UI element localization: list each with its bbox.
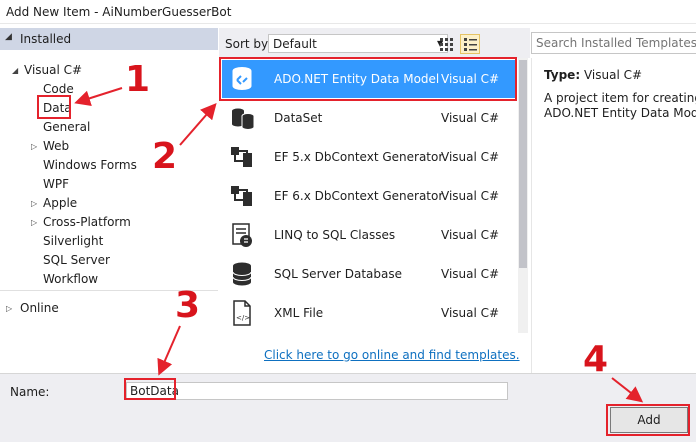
expanded-arrow-icon[interactable]: ◢	[12, 66, 18, 75]
callout-box-data	[37, 95, 71, 119]
collapsed-arrow-icon[interactable]: ▷	[6, 304, 12, 313]
tree-item-label: Web	[43, 139, 70, 153]
ef-generator-icon	[231, 147, 252, 167]
template-name: LINQ to SQL Classes	[274, 228, 396, 242]
template-name: SQL Server Database	[274, 267, 402, 281]
linq-icon	[232, 223, 252, 247]
template-row-linq[interactable]: LINQ to SQL Classes Visual C#	[222, 216, 516, 254]
type-line: Type: Visual C#	[544, 68, 642, 82]
template-row-xml[interactable]: </> XML File Visual C#	[222, 294, 516, 332]
window-title: Add New Item - AiNumberGuesserBot	[6, 5, 232, 19]
tree-item-label: Visual C#	[24, 63, 83, 77]
tree-item-workflow[interactable]: Workflow	[43, 272, 98, 291]
template-language: Visual C#	[441, 150, 500, 164]
template-name: XML File	[274, 306, 324, 320]
template-name: EF 6.x DbContext Generator	[274, 189, 444, 203]
template-language: Visual C#	[441, 267, 500, 281]
tree-item-label: Windows Forms	[43, 158, 137, 172]
scrollbar-thumb[interactable]	[519, 60, 527, 268]
name-label: Name:	[10, 385, 50, 399]
tree-item-label: Code	[43, 82, 74, 96]
tree-item-label: SQL Server	[43, 253, 110, 267]
tree-item-wpf[interactable]: WPF	[43, 177, 69, 196]
bottom-bar: Name: Add	[0, 373, 696, 442]
template-language: Visual C#	[441, 189, 500, 203]
ef-generator-icon	[231, 186, 252, 206]
template-language: Visual C#	[441, 228, 500, 242]
tree-item-label: Workflow	[43, 272, 99, 286]
tree-item-online[interactable]: ▷ Online	[6, 301, 59, 320]
template-name: DataSet	[274, 111, 323, 125]
dataset-icon	[232, 108, 255, 130]
template-language: Visual C#	[441, 306, 500, 320]
search-box[interactable]	[531, 32, 696, 54]
installed-label: Installed	[20, 32, 72, 46]
details-pane: Type: Visual C# A project item for creat…	[531, 58, 696, 373]
name-input[interactable]	[126, 382, 508, 400]
sort-select[interactable]: Default ▼	[268, 34, 448, 53]
search-input[interactable]	[532, 33, 696, 53]
tree-item-general[interactable]: General	[43, 120, 90, 139]
template-row-dataset[interactable]: DataSet Visual C#	[222, 99, 516, 137]
list-view-icon	[464, 38, 477, 51]
sort-value: Default	[273, 37, 317, 51]
tree-item-windows-forms[interactable]: Windows Forms	[43, 158, 137, 177]
tree-item-label: General	[43, 120, 91, 134]
tree-item-label: Apple	[43, 196, 78, 210]
template-row-ef6[interactable]: EF 6.x DbContext Generator Visual C#	[222, 177, 516, 215]
tree-item-label: Silverlight	[43, 234, 104, 248]
grid-view-icon	[440, 38, 453, 51]
tree-item-label: WPF	[43, 177, 70, 191]
type-label: Type:	[544, 68, 581, 82]
callout-box-add	[606, 404, 690, 436]
template-row-sql-db[interactable]: SQL Server Database Visual C#	[222, 255, 516, 293]
list-view-button[interactable]	[460, 34, 480, 54]
tree-item-silverlight[interactable]: Silverlight	[43, 234, 103, 253]
collapse-arrow-icon[interactable]: ◢	[5, 32, 12, 42]
tree-item-sql-server[interactable]: SQL Server	[43, 253, 110, 272]
collapsed-arrow-icon[interactable]: ▷	[31, 142, 37, 151]
grid-view-button[interactable]	[436, 34, 456, 54]
tree-item-visual-csharp[interactable]: ◢ Visual C#	[12, 63, 83, 82]
tree-item-web[interactable]: ▷ Web	[31, 139, 70, 158]
collapsed-arrow-icon[interactable]: ▷	[31, 218, 37, 227]
sort-label: Sort by:	[225, 37, 272, 51]
svg-text:</>: </>	[236, 314, 250, 322]
tree-item-label: Cross-Platform	[43, 215, 131, 229]
tree-item-cross-platform[interactable]: ▷ Cross-Platform	[31, 215, 131, 234]
template-language: Visual C#	[441, 111, 500, 125]
callout-number-4: 4	[583, 339, 609, 380]
tree-item-apple[interactable]: ▷ Apple	[31, 196, 78, 215]
type-value: Visual C#	[583, 68, 643, 82]
database-icon	[232, 262, 252, 286]
template-list: ADO.NET Entity Data Model Visual C# Data…	[219, 58, 530, 373]
collapsed-arrow-icon[interactable]: ▷	[31, 199, 37, 208]
find-online-templates-link[interactable]: Click here to go online and find templat…	[264, 348, 520, 362]
callout-number-1: 1	[125, 59, 151, 100]
template-row-ef5[interactable]: EF 5.x DbContext Generator Visual C#	[222, 138, 516, 176]
installed-header[interactable]: ◢ Installed	[0, 28, 218, 50]
callout-box-template	[219, 57, 517, 101]
xml-file-icon: </>	[233, 300, 251, 326]
title-bar: Add New Item - AiNumberGuesserBot	[0, 0, 696, 24]
template-description: A project item for creating an ADO.NET E…	[544, 91, 696, 120]
sort-toolbar: Sort by: Default ▼	[219, 28, 530, 58]
callout-number-2: 2	[152, 136, 178, 177]
callout-number-3: 3	[175, 285, 201, 326]
callout-box-name	[124, 378, 176, 400]
template-name: EF 5.x DbContext Generator	[274, 150, 444, 164]
tree-item-label: Online	[20, 301, 59, 315]
